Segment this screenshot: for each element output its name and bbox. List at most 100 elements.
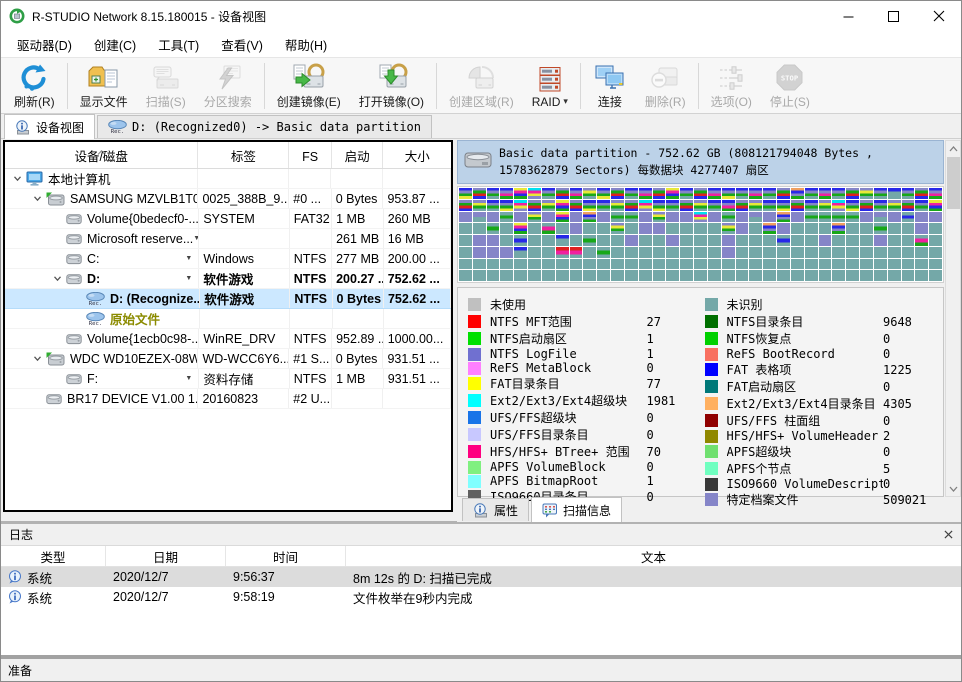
device-name-cell: D:▼ — [5, 269, 199, 288]
toolbar-button-connect[interactable]: 连接 — [584, 60, 636, 112]
scan-block — [500, 270, 513, 281]
log-column-type[interactable]: 类型 — [1, 546, 106, 566]
row-dropdown-icon[interactable]: ▼ — [185, 275, 194, 282]
legend-item: UFS/FFS超级块0 — [468, 409, 705, 426]
menu-item[interactable]: 帮助(H) — [274, 30, 338, 59]
column-header-device[interactable]: 设备/磁盘 — [5, 142, 198, 168]
partition-info-text: Basic data partition - 752.62 GB (808121… — [499, 145, 907, 178]
legend-label: APFS超级块 — [727, 443, 884, 460]
scroll-down-icon[interactable] — [946, 481, 960, 496]
tree-row[interactable]: Rec.D: (Recognize...软件游戏NTFS0 Bytes752.6… — [5, 289, 451, 309]
menu-item[interactable]: 创建(C) — [83, 30, 147, 59]
log-row[interactable]: 系统2020/12/79:58:19文件枚举在9秒内完成 — [1, 587, 961, 607]
scan-block — [874, 235, 887, 246]
tree-row[interactable]: Microsoft reserve...▼261 MB16 MB — [5, 229, 451, 249]
scan-block — [666, 235, 679, 246]
scan-block — [777, 223, 790, 234]
close-button[interactable] — [916, 1, 961, 31]
toolbar-button-label: 连接 — [598, 93, 622, 110]
log-column-date[interactable]: 日期 — [106, 546, 226, 566]
legend-count: 0 — [883, 445, 941, 459]
scan-block — [860, 223, 873, 234]
tree-row[interactable]: C:▼WindowsNTFS277 MB200.00 ... — [5, 249, 451, 269]
scan-block — [929, 223, 942, 234]
view-tab-0[interactable]: 设备视图 — [4, 114, 95, 139]
log-column-text[interactable]: 文本 — [346, 546, 961, 566]
tree-row[interactable]: Volume{0bedecf0-...▼SYSTEMFAT321 MB260 M… — [5, 209, 451, 229]
scrollbar-thumb[interactable] — [947, 157, 960, 209]
toolbar-button-create-image[interactable]: 创建镜像(E) — [268, 60, 350, 112]
cell-size: 1000.00... — [384, 329, 451, 348]
legend-count: 0 — [883, 332, 941, 346]
row-dropdown-icon[interactable]: ▼ — [185, 255, 194, 262]
chevron-down-icon[interactable] — [49, 274, 66, 283]
scan-block — [846, 200, 859, 211]
info-tab-1[interactable]: 扫描信息 — [531, 497, 622, 522]
log-close-icon[interactable] — [944, 530, 953, 539]
scan-block — [888, 235, 901, 246]
log-title: 日志 — [9, 526, 33, 543]
scan-block — [487, 188, 500, 199]
scan-block — [708, 188, 721, 199]
log-row[interactable]: 系统2020/12/79:56:378m 12s 的 D: 扫描已完成 — [1, 567, 961, 587]
scan-block — [528, 259, 541, 270]
toolbar-button-label: 刷新(R) — [14, 93, 55, 110]
tree-row[interactable]: BR17 DEVICE V1.00 1....20160823#2 U... — [5, 389, 451, 409]
chevron-down-icon[interactable] — [9, 174, 26, 183]
scan-block — [542, 200, 555, 211]
column-header-fs[interactable]: FS — [289, 142, 331, 168]
toolbar-button-show-files[interactable]: 显示文件 — [71, 60, 137, 112]
column-header-size[interactable]: 大小 — [383, 142, 451, 168]
scan-block — [459, 259, 472, 270]
scroll-up-icon[interactable] — [946, 141, 960, 156]
legend-swatch — [468, 475, 481, 488]
scan-block — [860, 259, 873, 270]
tree-row[interactable]: WDC WD10EZEX-08W...WD-WCC6Y6...#1 S...0 … — [5, 349, 451, 369]
toolbar-button-stop: STOP停止(S) — [761, 60, 819, 112]
legend-label: UFS/FFS目录条目 — [490, 426, 647, 443]
toolbar-button-refresh[interactable]: 刷新(R) — [5, 60, 64, 112]
scan-block — [694, 247, 707, 258]
scan-block — [611, 235, 624, 246]
scan-block-map[interactable] — [457, 186, 944, 283]
scan-block — [819, 259, 832, 270]
view-tab-1[interactable]: Rec.D: (Recognized0) -> Basic data parti… — [97, 115, 432, 138]
scan-block — [874, 270, 887, 281]
tree-row[interactable]: Volume{1ecb0c98-...▼WinRE_DRVNTFS952.89 … — [5, 329, 451, 349]
minimize-button[interactable] — [826, 1, 871, 31]
tree-row[interactable]: Rec.原始文件 — [5, 309, 451, 329]
column-header-boot[interactable]: 启动 — [332, 142, 384, 168]
legend-label: UFS/FFS 柱面组 — [727, 412, 884, 429]
chevron-down-icon[interactable] — [29, 194, 46, 203]
dropdown-arrow-icon[interactable]: ▾ — [563, 96, 568, 107]
cell-boot: 200.27 ... — [332, 269, 384, 288]
scan-scrollbar[interactable] — [945, 140, 961, 497]
column-header-label[interactable]: 标签 — [198, 142, 289, 168]
scan-block — [680, 188, 693, 199]
scan-block — [929, 235, 942, 246]
scan-icon — [151, 61, 181, 92]
menu-item[interactable]: 工具(T) — [147, 30, 210, 59]
chevron-down-icon[interactable] — [29, 354, 46, 363]
toolbar-button-open-image[interactable]: 打开镜像(O) — [350, 60, 433, 112]
menu-item[interactable]: 驱动器(D) — [6, 30, 83, 59]
row-dropdown-icon[interactable]: ▼ — [185, 375, 194, 382]
maximize-button[interactable] — [871, 1, 916, 31]
tree-row[interactable]: SAMSUNG MZVLB1T0...0025_388B_9...#0 ...0… — [5, 189, 451, 209]
scan-block — [528, 188, 541, 199]
info-tab-0[interactable]: 属性 — [462, 498, 529, 521]
cell-size — [383, 169, 451, 188]
menu-item[interactable]: 查看(V) — [210, 30, 274, 59]
cell-size: 931.51 ... — [383, 349, 451, 368]
tree-row[interactable]: F:▼资料存储NTFS1 MB931.51 ... — [5, 369, 451, 389]
log-column-time[interactable]: 时间 — [226, 546, 346, 566]
tree-row[interactable]: D:▼软件游戏NTFS200.27 ...752.62 ... — [5, 269, 451, 289]
scan-block — [583, 188, 596, 199]
options-icon — [716, 61, 746, 92]
toolbar-button-raid[interactable]: RAID▾ — [523, 60, 577, 112]
cell-boot: 277 MB — [332, 249, 384, 268]
scan-block — [473, 259, 486, 270]
scan-block — [749, 212, 762, 223]
scan-block — [915, 247, 928, 258]
tree-row[interactable]: 本地计算机 — [5, 169, 451, 189]
